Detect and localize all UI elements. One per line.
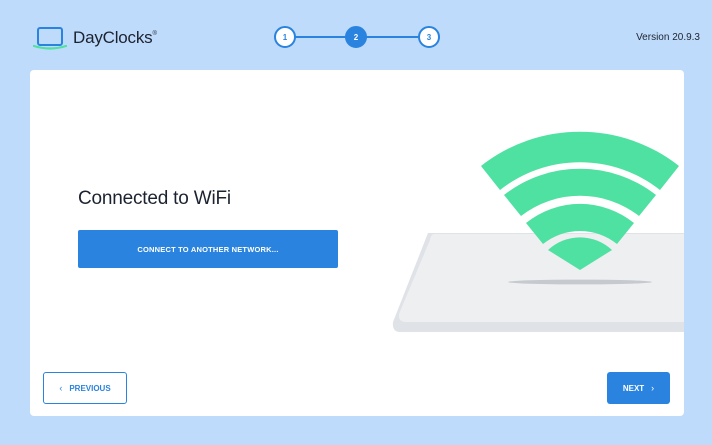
chevron-right-icon: ›	[651, 383, 655, 393]
trademark-symbol: ®	[152, 31, 157, 37]
device-surface	[398, 234, 684, 322]
page-title: Connected to WiFi	[78, 188, 231, 209]
step-connector	[366, 36, 420, 38]
step-2: 2	[345, 26, 367, 48]
wifi-shadow	[508, 279, 652, 285]
brand-logo: DayClocks®	[33, 26, 157, 50]
brand-name: DayClocks®	[73, 28, 157, 47]
version-label: Version 20.9.3	[636, 32, 700, 43]
laptop-icon	[33, 27, 67, 50]
chevron-left-icon: ‹	[59, 383, 63, 393]
wifi-illustration	[392, 131, 684, 332]
previous-label: PREVIOUS	[69, 383, 111, 393]
next-label: NEXT	[622, 383, 645, 393]
step-connector	[294, 36, 346, 38]
step-1: 1	[274, 26, 296, 48]
setup-card: Connected to WiFi CONNECT TO ANOTHER NET…	[30, 70, 684, 416]
progress-stepper: 1 2 3	[274, 26, 440, 48]
connect-another-network-button[interactable]: CONNECT TO ANOTHER NETWORK...	[78, 230, 338, 268]
previous-button[interactable]: ‹ PREVIOUS	[43, 372, 127, 404]
step-3: 3	[418, 26, 440, 48]
next-button[interactable]: NEXT ›	[607, 372, 670, 404]
